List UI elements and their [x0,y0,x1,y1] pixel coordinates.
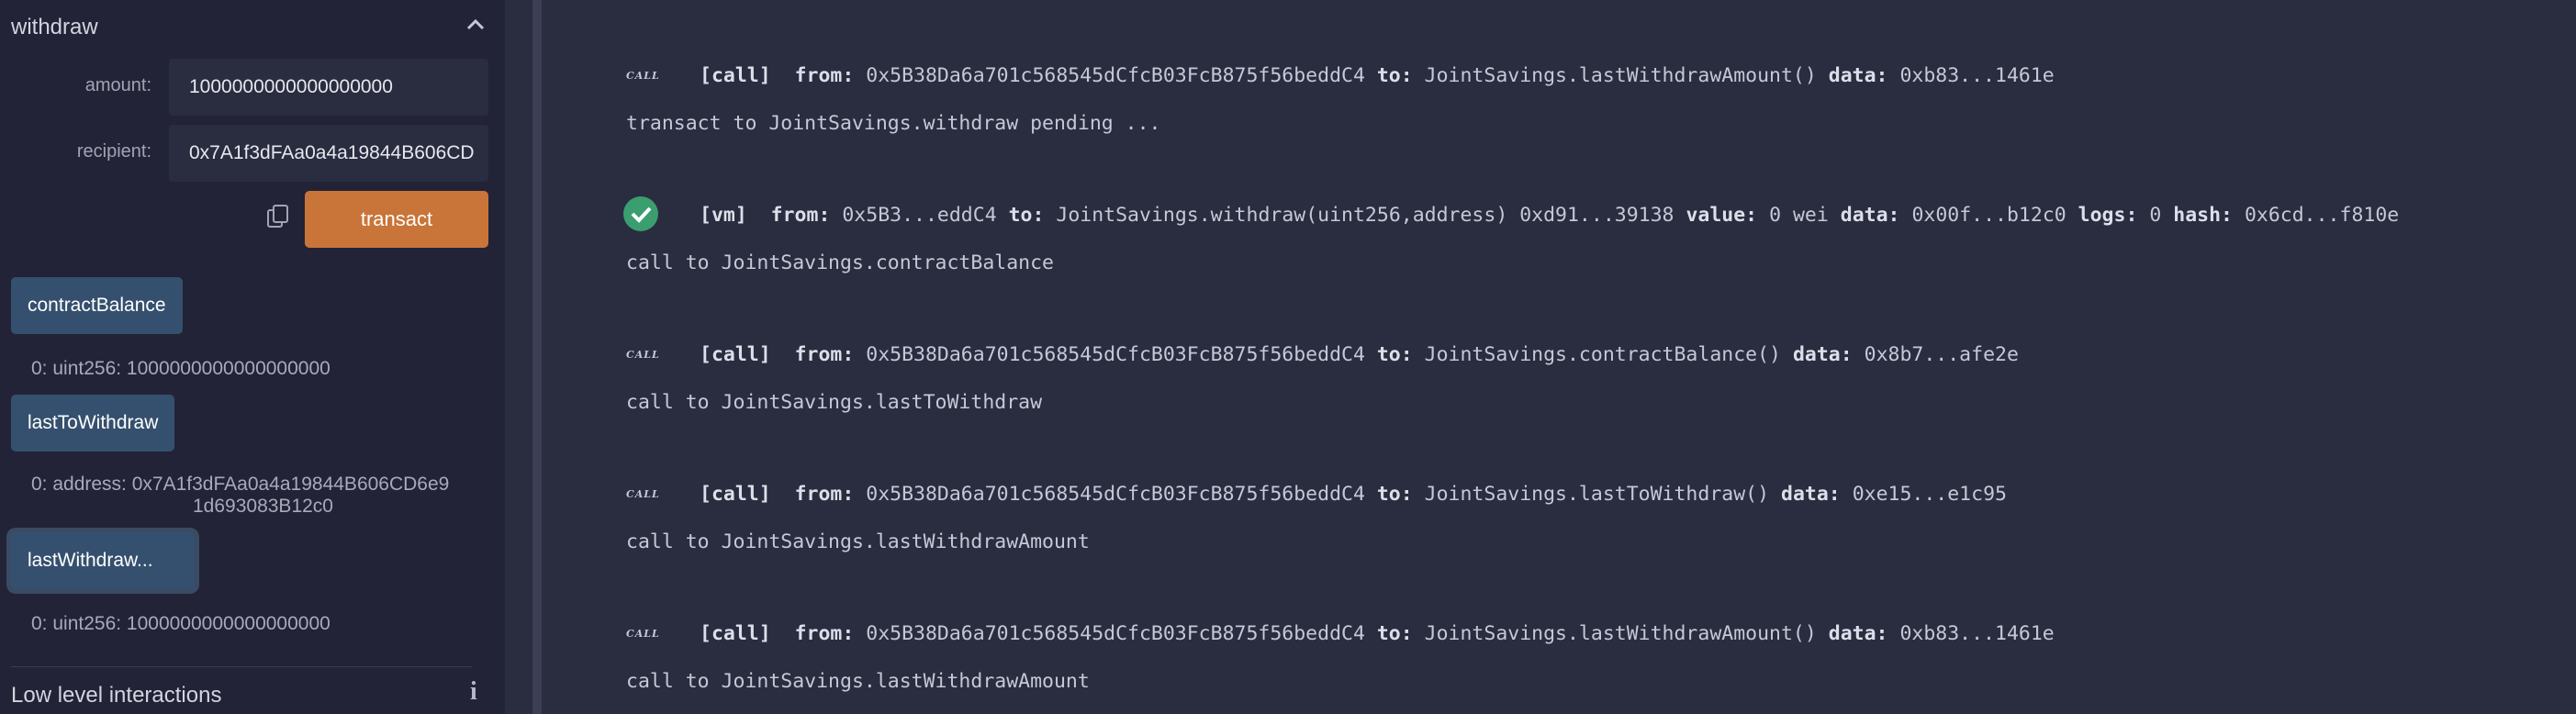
info-icon[interactable]: i [470,677,477,707]
terminal-message: call to JointSavings.lastToWithdraw [626,391,1043,414]
amount-label: amount: [84,75,151,95]
recipient-input[interactable]: 0x7A1f3dFAa0a4a19844B606CD [169,125,488,182]
panel-resizer[interactable] [505,0,542,714]
terminal-call-line[interactable]: [call] from: 0x5B38Da6a701c568545dCfcB03… [700,64,2055,87]
amount-input[interactable]: 1000000000000000000 [169,59,488,116]
transact-button[interactable]: transact [305,191,488,248]
call-tag: CALL [626,70,660,82]
terminal-message: call to JointSavings.lastWithdrawAmount [626,670,1090,693]
section-title-withdraw: withdraw [11,15,98,39]
copy-icon[interactable] [266,204,290,229]
terminal-call-line[interactable]: [call] from: 0x5B38Da6a701c568545dCfcB03… [700,622,2055,645]
divider [11,666,472,667]
chevron-up-icon[interactable] [465,17,487,31]
last-to-withdraw-result-line2: 1d693083B12c0 [193,496,333,517]
contract-balance-button[interactable]: contractBalance [11,277,183,334]
recipient-label: recipient: [76,141,151,162]
resizer-bar[interactable] [532,0,542,714]
last-withdraw-amount-button[interactable]: lastWithdraw... [11,532,195,589]
last-to-withdraw-result-line1: 0: address: 0x7A1f3dFAa0a4a19844B606CD6e… [31,474,450,495]
terminal-message: call to JointSavings.lastWithdrawAmount [626,530,1090,553]
terminal-panel: CALL [call] from: 0x5B38Da6a701c568545dC… [542,0,2576,714]
last-to-withdraw-button[interactable]: lastToWithdraw [11,395,175,452]
terminal-call-line[interactable]: [call] from: 0x5B38Da6a701c568545dCfcB03… [700,483,2007,506]
low-level-interactions-title: Low level interactions [11,683,222,708]
terminal-vm-line[interactable]: [vm] from: 0x5B3...eddC4 to: JointSaving… [700,204,2399,227]
call-tag: CALL [626,349,660,361]
last-to-withdraw-result: 0: address: 0x7A1f3dFAa0a4a19844B606CD6e… [31,474,449,518]
terminal-call-line[interactable]: [call] from: 0x5B38Da6a701c568545dCfcB03… [700,343,2019,366]
call-tag: CALL [626,628,660,640]
last-withdraw-amount-result: 0: uint256: 1000000000000000000 [31,613,330,634]
terminal-message: transact to JointSavings.withdraw pendin… [626,112,1161,135]
contract-balance-result: 0: uint256: 1000000000000000000 [31,358,330,379]
check-icon [623,196,658,231]
sidebar: withdraw amount: 1000000000000000000 rec… [0,0,505,714]
call-tag: CALL [626,488,660,500]
terminal-message: call to JointSavings.contractBalance [626,251,1054,274]
